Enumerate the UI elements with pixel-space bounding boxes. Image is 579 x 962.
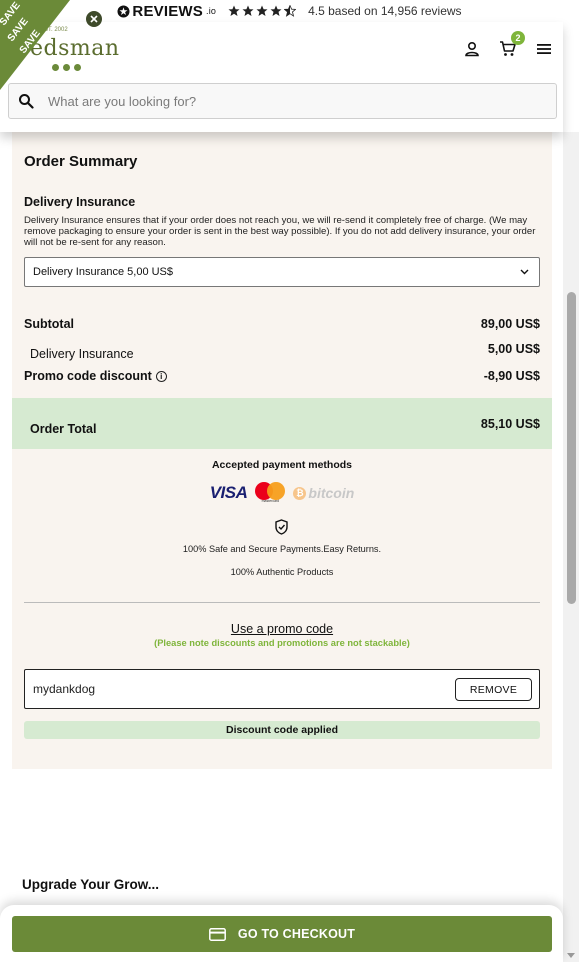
chevron-down-icon [520,269,529,275]
bitcoin-logo: ₿ bitcoin [293,485,354,501]
divider [24,602,540,603]
promo-code-input[interactable] [33,682,333,696]
remove-promo-button[interactable]: REMOVE [455,678,532,701]
site-logo[interactable]: edsman [30,36,120,61]
bitcoin-icon: ₿ [293,486,307,500]
account-icon[interactable] [463,40,481,58]
header-actions: 2 [463,31,553,58]
checkout-button-label: GO TO CHECKOUT [237,927,356,941]
star-full-icon [270,5,282,16]
reviews-brand-text: REVIEWS [132,2,203,20]
insurance-label: Delivery Insurance [30,347,134,361]
menu-icon[interactable] [535,40,553,58]
discount-applied-badge: Discount code applied [24,721,540,739]
search-bar[interactable] [8,83,557,119]
order-total-box: Order Total 85,10 US$ [12,398,552,449]
order-summary-panel: Order Summary Delivery Insurance Deliver… [12,132,552,769]
checkout-bar: GO TO CHECKOUT [0,905,563,962]
delivery-insurance-title: Delivery Insurance [24,195,136,209]
insurance-row: Delivery Insurance 5,00 US$ [24,342,540,361]
credit-card-icon [208,927,226,941]
delivery-insurance-select[interactable]: Delivery Insurance 5,00 US$ [24,257,540,287]
scroll-down-arrow-icon[interactable] [567,953,575,958]
subtotal-row: Subtotal 89,00 US$ [24,317,540,331]
site-header: EST. 2002 edsman 2 [0,22,563,132]
upgrade-your-grow-heading: Upgrade Your Grow... [22,877,160,892]
visa-logo: VISA [209,483,248,502]
close-icon [90,15,98,23]
order-total-label: Order Total [30,422,97,436]
payment-methods-title: Accepted payment methods [211,459,353,471]
reviews-io-logo: REVIEWS .io [117,3,216,20]
star-full-icon [242,5,254,16]
order-total-value: 85,10 US$ [480,417,540,431]
delivery-insurance-selected-value: Delivery Insurance 5,00 US$ [33,266,174,278]
reviews-brand-suffix: .io [206,6,217,16]
star-full-icon [228,5,240,16]
scrollbar[interactable] [563,132,579,962]
reviews-rating-text: 4.5 based on 14,956 reviews [308,4,462,18]
payment-logos: VISA mastercard ₿ bitcoin [12,482,552,504]
info-icon[interactable]: i [155,371,167,382]
search-icon[interactable] [18,93,34,109]
promo-discount-row: Promo code discount i -8,90 US$ [24,369,540,383]
logo-dots [52,64,81,71]
star-full-icon [256,5,268,16]
go-to-checkout-button[interactable]: GO TO CHECKOUT [12,916,552,952]
use-promo-code-link[interactable]: Use a promo code [12,622,552,636]
subtotal-label: Subtotal [24,317,74,331]
bitcoin-wordmark: bitcoin [308,485,355,501]
rating-stars [228,5,297,17]
cart-count-badge: 2 [511,31,525,45]
delivery-insurance-description: Delivery Insurance ensures that if your … [24,215,536,248]
authentic-products-text: 100% Authentic Products [230,567,334,577]
insurance-value: 5,00 US$ [487,342,540,356]
order-summary-title: Order Summary [24,153,138,170]
mastercard-wordmark: mastercard [261,499,280,503]
search-input[interactable] [48,93,528,109]
mastercard-logo: mastercard [255,482,286,504]
promo-code-field[interactable]: REMOVE [24,669,540,709]
promo-discount-value: -8,90 US$ [483,369,540,383]
scrollbar-thumb[interactable] [567,292,576,604]
shield-check-icon [275,519,288,535]
ribbon-close-button[interactable] [86,11,102,27]
promo-discount-label-wrap: Promo code discount i [24,369,167,383]
promo-note: (Please note discounts and promotions ar… [154,638,410,648]
cart-button[interactable]: 2 [499,31,525,58]
star-half-icon [284,5,297,17]
secure-payments-text: 100% Safe and Secure Payments.Easy Retur… [182,544,382,554]
subtotal-value: 89,00 US$ [480,317,540,331]
promo-discount-label: Promo code discount [24,369,152,383]
logo-established-tag: EST. 2002 [40,27,68,33]
reviews-star-logo-icon [117,5,130,17]
